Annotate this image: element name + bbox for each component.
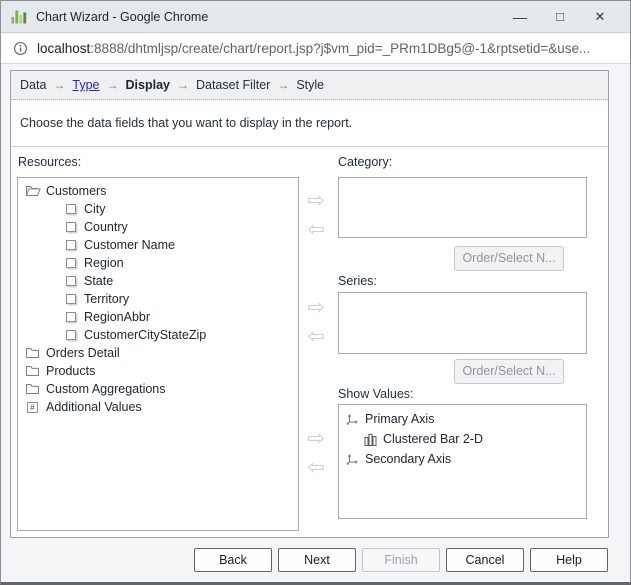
resources-tree[interactable]: Customers City Country Customer Name Reg… xyxy=(17,177,299,531)
address-bar[interactable]: localhost:8888/dhtmljsp/create/chart/rep… xyxy=(1,34,630,64)
tree-item-label: CustomerCityStateZip xyxy=(84,328,207,342)
show-values-item-secondary-axis[interactable]: Secondary Axis xyxy=(339,449,586,469)
tree-item-label: RegionAbbr xyxy=(84,310,151,324)
tree-item-label: Products xyxy=(46,364,96,378)
show-values-item-label: Secondary Axis xyxy=(365,452,452,466)
breadcrumb-arrow-icon: → xyxy=(53,78,66,92)
folder-icon xyxy=(24,346,41,360)
maximize-button[interactable]: □ xyxy=(540,3,580,31)
tree-item-label: Additional Values xyxy=(46,400,142,414)
move-left-series-icon[interactable]: ⇦ xyxy=(301,326,331,347)
category-label: Category: xyxy=(338,155,393,169)
cancel-button[interactable]: Cancel xyxy=(446,548,524,572)
tree-item-customer-name[interactable]: Customer Name xyxy=(18,236,298,254)
chart-wizard-window: Chart Wizard - Google Chrome — □ ✕ local… xyxy=(0,0,631,585)
url-host: localhost xyxy=(37,41,91,56)
number-icon: # xyxy=(24,400,41,414)
instruction-text: Choose the data fields that you want to … xyxy=(11,100,608,147)
move-right-values-icon[interactable]: ⇨ xyxy=(301,428,331,449)
breadcrumb-step-style: Style xyxy=(296,78,325,92)
folder-icon xyxy=(24,364,41,378)
tree-item-label: Customers xyxy=(46,184,107,198)
help-button[interactable]: Help xyxy=(530,548,608,572)
tree-item-label: State xyxy=(84,274,114,288)
tree-item-state[interactable]: State xyxy=(18,272,298,290)
bar-chart-icon xyxy=(362,432,378,446)
tree-item-label: Customer Name xyxy=(84,238,175,252)
tree-item-label: Region xyxy=(84,256,124,270)
show-values-item-clustered-bar[interactable]: Clustered Bar 2-D xyxy=(339,429,586,449)
tree-item-label: Custom Aggregations xyxy=(46,382,166,396)
close-button[interactable]: ✕ xyxy=(580,3,620,31)
tree-item-label: Country xyxy=(84,220,128,234)
breadcrumb-step-display: Display xyxy=(125,78,170,92)
field-icon xyxy=(62,202,79,216)
window-title: Chart Wizard - Google Chrome xyxy=(36,9,209,24)
tree-item-orders-detail[interactable]: Orders Detail xyxy=(18,344,298,362)
breadcrumb-step-data: Data xyxy=(20,78,47,92)
tree-item-country[interactable]: Country xyxy=(18,218,298,236)
app-bar-chart-icon xyxy=(11,10,27,23)
move-left-values-icon[interactable]: ⇦ xyxy=(301,457,331,478)
axis-icon xyxy=(344,412,360,426)
tree-item-territory[interactable]: Territory xyxy=(18,290,298,308)
series-label: Series: xyxy=(338,274,377,288)
show-values-item-label: Primary Axis xyxy=(365,412,435,426)
breadcrumb-arrow-icon: → xyxy=(176,78,189,92)
tree-item-label: Territory xyxy=(84,292,130,306)
field-icon xyxy=(62,220,79,234)
footer-button-row: Back Next Finish Cancel Help xyxy=(194,548,608,572)
minimize-button[interactable]: — xyxy=(500,3,540,31)
series-list[interactable] xyxy=(338,292,587,354)
field-icon xyxy=(62,310,79,324)
move-right-category-icon[interactable]: ⇨ xyxy=(301,190,331,211)
show-values-label: Show Values: xyxy=(338,387,414,401)
title-bar: Chart Wizard - Google Chrome — □ ✕ xyxy=(1,1,630,33)
folder-open-icon xyxy=(24,184,41,198)
field-icon xyxy=(62,238,79,252)
back-button[interactable]: Back xyxy=(194,548,272,572)
url-path: :8888/dhtmljsp/create/chart/report.jsp?j… xyxy=(90,41,591,56)
axis-icon xyxy=(344,452,360,466)
show-values-item-primary-axis[interactable]: Primary Axis xyxy=(339,409,586,429)
field-icon xyxy=(62,292,79,306)
tree-item-additional-values[interactable]: # Additional Values xyxy=(18,398,298,416)
show-values-item-label: Clustered Bar 2-D xyxy=(383,432,484,446)
tree-item-customercitystatezip[interactable]: CustomerCityStateZip xyxy=(18,326,298,344)
move-right-series-icon[interactable]: ⇨ xyxy=(301,297,331,318)
folder-icon xyxy=(24,382,41,396)
field-icon xyxy=(62,328,79,342)
category-order-select-button[interactable]: Order/Select N... xyxy=(454,246,564,271)
info-icon[interactable] xyxy=(13,41,28,56)
category-list[interactable] xyxy=(338,177,587,238)
breadcrumb-arrow-icon: → xyxy=(277,78,290,92)
field-icon xyxy=(62,274,79,288)
show-values-list[interactable]: Primary Axis Clustered Bar 2-D Secondary… xyxy=(338,404,587,519)
breadcrumb-step-dataset-filter: Dataset Filter xyxy=(195,78,271,92)
tree-item-products[interactable]: Products xyxy=(18,362,298,380)
tree-item-regionabbr[interactable]: RegionAbbr xyxy=(18,308,298,326)
tree-item-customers[interactable]: Customers xyxy=(18,182,298,200)
breadcrumb: Data → Type → Display → Dataset Filter →… xyxy=(11,71,608,100)
series-order-select-button[interactable]: Order/Select N... xyxy=(454,359,564,384)
breadcrumb-step-type[interactable]: Type xyxy=(72,78,99,92)
wizard-panel: Data → Type → Display → Dataset Filter →… xyxy=(10,70,609,538)
next-button[interactable]: Next xyxy=(278,548,356,572)
move-left-category-icon[interactable]: ⇦ xyxy=(301,219,331,240)
url-text[interactable]: localhost:8888/dhtmljsp/create/chart/rep… xyxy=(37,41,590,56)
tree-item-region[interactable]: Region xyxy=(18,254,298,272)
tree-item-label: Orders Detail xyxy=(46,346,120,360)
tree-item-label: City xyxy=(84,202,106,216)
tree-item-city[interactable]: City xyxy=(18,200,298,218)
field-icon xyxy=(62,256,79,270)
finish-button[interactable]: Finish xyxy=(362,548,440,572)
breadcrumb-arrow-icon: → xyxy=(106,78,119,92)
resources-label: Resources: xyxy=(18,155,82,169)
tree-item-custom-aggregations[interactable]: Custom Aggregations xyxy=(18,380,298,398)
